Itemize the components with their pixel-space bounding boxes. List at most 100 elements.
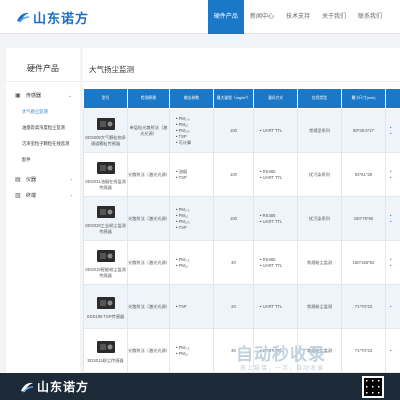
model-name[interactable]: SDS011粉尘传感器 xyxy=(87,358,123,363)
sidebar-group-label: 传感器 xyxy=(26,93,42,99)
table-row[interactable]: SDS009大气颗粒物多通道颗粒传感器单层粒光散射法（激光光源）PM₂.₅PM₁… xyxy=(83,108,400,153)
model-cell[interactable]: SDS019智能粉尘监测传感器 xyxy=(83,240,128,285)
range-cell: 20 xyxy=(213,284,254,329)
product-image[interactable] xyxy=(95,294,117,312)
main-content: 大气扬尘监测 型号 检测原理 输出参数 最大量程（mg/m³） 通讯方式 应用类… xyxy=(83,48,400,373)
sidebar-group-sensors[interactable]: ▣ 传感器 ⌄ xyxy=(6,88,80,104)
table-row[interactable]: SDS031油烟在线监测传感器光散射法（激光光源）油烟TSP100RS485UA… xyxy=(83,152,400,197)
table-row[interactable]: SDS029工业粉尘监测传感器光散射法（激光光源）PM₂.₅PM₁₀PM₁₀₀T… xyxy=(83,196,400,241)
principle-cell: 光散射法（激光光源） xyxy=(127,152,170,197)
nav-about[interactable]: 关于我们 xyxy=(316,0,352,34)
table-row[interactable]: SDS019智能粉尘监测传感器光散射法（激光光源）PM₂.₅PM₁₀30RS48… xyxy=(83,240,400,285)
extra-bullet: • xyxy=(390,130,392,136)
terminal-icon: ▥ xyxy=(15,193,21,199)
range-cell: 100 xyxy=(213,152,254,197)
footer-logo[interactable]: 山东诺方 xyxy=(20,378,89,395)
model-name[interactable]: SDS019智能粉尘监测传感器 xyxy=(85,267,126,278)
comm-item: UART TTL xyxy=(260,128,297,134)
model-name[interactable]: SDS029工业粉尘监测传感器 xyxy=(85,223,126,234)
nav-products[interactable]: 硬件产品 xyxy=(207,0,244,34)
principle-cell: 光散射法（激光光源） xyxy=(127,284,170,329)
product-image[interactable] xyxy=(95,203,117,221)
sidebar-item-cleanroom[interactable]: 洁净室粒子颗粒在线监测 xyxy=(6,136,80,152)
principle-cell: 单层粒光散射法（激光光源） xyxy=(127,108,170,153)
param-item: PM₁₀ xyxy=(176,351,213,357)
model-name[interactable]: SDS009大气颗粒物多通道颗粒传感器 xyxy=(85,135,126,146)
model-cell[interactable]: SDS031油烟在线监测传感器 xyxy=(83,152,128,197)
nav-support[interactable]: 技术支持 xyxy=(280,0,316,34)
col-params: 输出参数 xyxy=(169,88,214,109)
product-image[interactable] xyxy=(95,247,117,265)
comm-item: UART TTL xyxy=(260,175,297,181)
range-cell: 100 xyxy=(213,108,254,153)
comm-cell: RS485UART TTL xyxy=(253,196,298,241)
col-principle: 检测原理 xyxy=(127,88,170,109)
qr-code xyxy=(362,376,384,398)
model-name[interactable]: SDS031油烟在线监测传感器 xyxy=(85,179,126,190)
col-app: 应用类型 xyxy=(297,88,342,109)
extra-bullet: • xyxy=(390,262,392,268)
extra-cell: • • xyxy=(385,108,400,153)
site-logo[interactable]: 山东诺方 xyxy=(16,7,89,27)
nav-contact[interactable]: 联系我们 xyxy=(352,0,388,34)
sidebar-item-dust[interactable]: 大气扬尘监测 xyxy=(6,104,80,120)
watermark-title: 自动秒收录 xyxy=(236,345,326,364)
nav-news[interactable]: 新闻中心 xyxy=(244,0,280,34)
extra-cell: • • xyxy=(385,152,400,197)
col-model: 型号 xyxy=(83,88,128,109)
principle-cell: 光散射法（激光光源） xyxy=(127,328,170,373)
col-range: 最大量程（mg/m³） xyxy=(213,88,254,109)
size-cell: 71*70*23 xyxy=(341,284,386,329)
range-cell: 30 xyxy=(213,240,254,285)
col-size: 最小尺寸(mm) xyxy=(341,88,386,109)
extra-bullet: • xyxy=(390,303,392,309)
sidebar-group-terminals[interactable]: ▥ 终端 › xyxy=(6,188,80,204)
extra-cell: • xyxy=(385,284,400,329)
extra-bullet: • xyxy=(390,218,392,224)
params-cell: PM₂.₅PM₁₀ xyxy=(169,328,214,373)
product-table: 型号 检测原理 输出参数 最大量程（mg/m³） 通讯方式 应用类型 最小尺寸(… xyxy=(83,88,400,373)
table-header-row: 型号 检测原理 输出参数 最大量程（mg/m³） 通讯方式 应用类型 最小尺寸(… xyxy=(83,88,400,109)
product-image[interactable] xyxy=(95,159,117,177)
params-cell: PM₂.₅PM₁₀PM₁₀₀TSP xyxy=(169,196,214,241)
principle-cell: 光散射法（激光光源） xyxy=(127,196,170,241)
sidebar-group-instruments[interactable]: ▤ 仪器 › xyxy=(6,172,80,188)
extra-cell: • • xyxy=(385,196,400,241)
comm-cell: RS485UART TTL xyxy=(253,240,298,285)
extra-cell: • • xyxy=(385,240,400,285)
range-cell: 100 xyxy=(213,196,254,241)
watermark-subtitle: 放上链接，一次，自动收录 xyxy=(240,366,325,372)
chevron-right-icon: › xyxy=(70,193,72,199)
logo-icon xyxy=(17,12,30,23)
app-cell: 扰污染系列 xyxy=(297,152,342,197)
sidebar-title: 硬件产品 xyxy=(6,48,80,82)
comm-cell: UART TTL xyxy=(253,284,298,329)
top-header: 山东诺方 硬件产品 新闻中心 技术支持 关于我们 联系我们 xyxy=(0,0,400,34)
model-cell[interactable]: SDS029工业粉尘监测传感器 xyxy=(83,196,128,241)
app-cell: 常规型系列 xyxy=(297,108,342,153)
sidebar-group-label: 终端 xyxy=(26,193,37,199)
logo-icon xyxy=(21,382,34,393)
model-cell[interactable]: SDS009大气颗粒物多通道颗粒传感器 xyxy=(83,108,128,153)
size-cell: 150*78*65 xyxy=(341,196,386,241)
model-cell[interactable]: SDS011粉尘传感器 xyxy=(83,328,128,373)
table-row[interactable]: SDS198 TSP传感器光散射法（激光光源） TSP20 UART TTL常规粉尘… xyxy=(83,284,400,329)
logo-text: 山东诺方 xyxy=(33,10,90,26)
sidebar-item-oil-smoke[interactable]: 油烟及高浓度粒尘监测 xyxy=(6,120,80,136)
model-cell[interactable]: SDS198 TSP传感器 xyxy=(83,284,128,329)
footer: 山东诺方 xyxy=(0,373,400,400)
comm-cell: RS485UART TTL xyxy=(253,152,298,197)
param-item: 可计算 xyxy=(176,140,213,146)
chevron-right-icon: › xyxy=(70,177,72,183)
model-name[interactable]: SDS198 TSP传感器 xyxy=(87,314,124,319)
sidebar-item-accessories[interactable]: 配件 xyxy=(6,152,80,168)
main-nav: 硬件产品 新闻中心 技术支持 关于我们 联系我们 xyxy=(207,0,388,34)
product-image[interactable] xyxy=(95,115,117,133)
sidebar-group-label: 仪器 xyxy=(26,177,37,183)
sidebar: 硬件产品 ▣ 传感器 ⌄ 大气扬尘监测 油烟及高浓度粒尘监测 洁净室粒子颗粒在线… xyxy=(6,48,80,373)
app-cell: 常规粉尘监测 xyxy=(297,284,342,329)
comm-item: UART TTL xyxy=(260,304,297,310)
product-image[interactable] xyxy=(95,338,117,356)
params-cell: PM₂.₅PM₁₀ xyxy=(169,240,214,285)
param-item: PM₁₀ xyxy=(176,263,213,269)
